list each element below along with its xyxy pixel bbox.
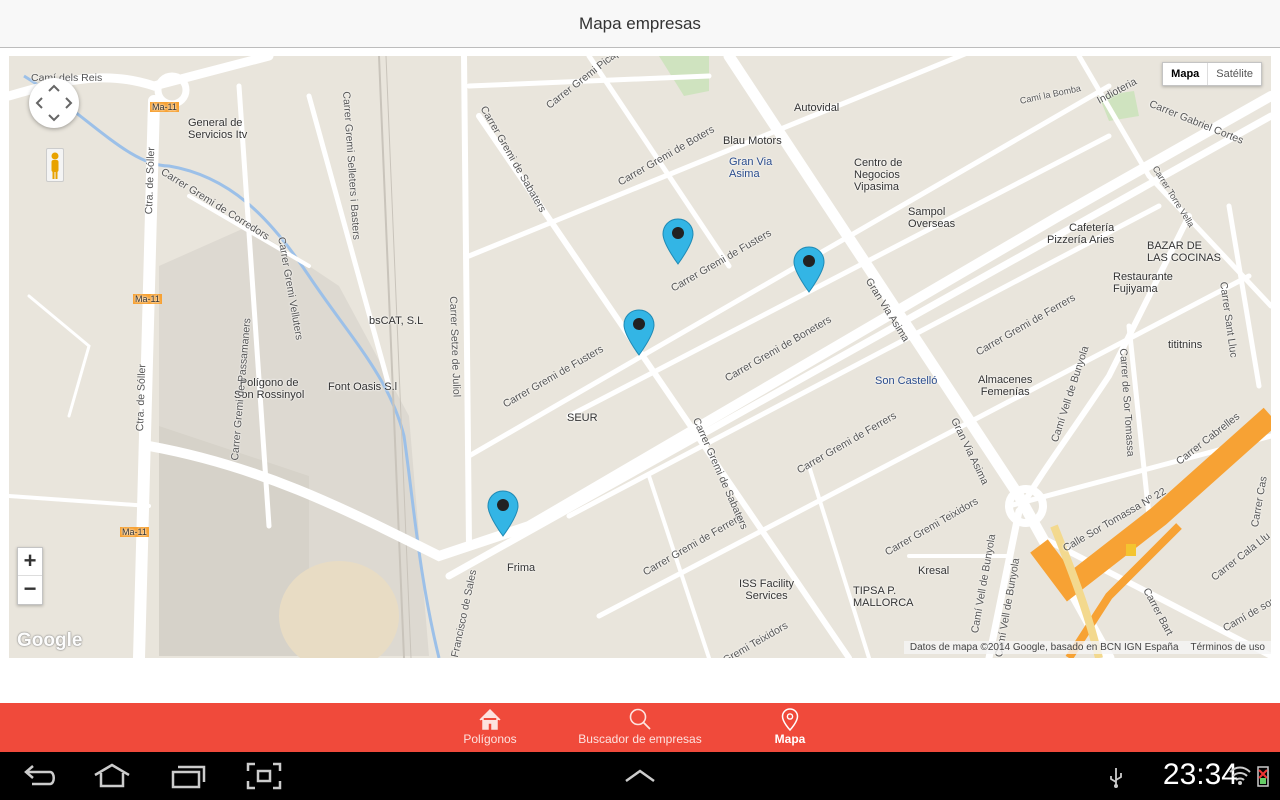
place-label[interactable]: Gran Via Asima bbox=[729, 156, 772, 180]
road-label: Ma-11 bbox=[120, 527, 149, 537]
tab-buscador[interactable]: Buscador de empresas bbox=[565, 703, 715, 752]
place-label[interactable]: BAZAR DE LAS COCINAS bbox=[1147, 240, 1221, 264]
tab-poligonos[interactable]: Polígonos bbox=[415, 703, 565, 752]
screenshot-icon[interactable] bbox=[246, 762, 282, 790]
zoom-in-button[interactable]: + bbox=[18, 548, 42, 576]
place-label[interactable]: SEUR bbox=[567, 412, 598, 424]
place-label[interactable]: Autovidal bbox=[794, 102, 839, 114]
map-type-control: Mapa Satélite bbox=[1162, 62, 1262, 86]
company-marker-pin[interactable] bbox=[487, 490, 519, 538]
road-label: Ctra. de Sóller bbox=[143, 146, 158, 215]
attribution-text: Datos de mapa ©2014 Google, basado en BC… bbox=[909, 642, 1179, 653]
map-attribution: Datos de mapa ©2014 Google, basado en BC… bbox=[903, 641, 1271, 654]
place-label[interactable]: Restaurante Fujiyama bbox=[1113, 271, 1173, 295]
place-label[interactable]: TIPSA P. MALLORCA bbox=[853, 585, 914, 609]
place-label[interactable]: tititnins bbox=[1168, 339, 1202, 351]
android-system-bar: 23:34 bbox=[0, 752, 1280, 800]
company-marker-pin[interactable] bbox=[623, 309, 655, 357]
recent-apps-icon[interactable] bbox=[170, 762, 208, 790]
map-type-satellite-button[interactable]: Satélite bbox=[1208, 63, 1261, 85]
zoom-control: + − bbox=[17, 547, 43, 605]
place-label[interactable]: Frima bbox=[507, 562, 535, 574]
home-icon bbox=[479, 708, 501, 730]
place-label[interactable]: General de Servicios Itv bbox=[188, 117, 247, 141]
tab-label: Buscador de empresas bbox=[578, 732, 702, 746]
company-marker-pin[interactable] bbox=[793, 246, 825, 294]
terms-link[interactable]: Términos de uso bbox=[1191, 642, 1265, 653]
place-label[interactable]: Kresal bbox=[918, 565, 949, 577]
place-label[interactable]: ISS Facility Services bbox=[739, 578, 794, 602]
place-label[interactable]: Font Oasis S.l bbox=[328, 381, 397, 393]
place-label[interactable]: Cafetería Pizzería Aries bbox=[1047, 222, 1114, 246]
chevron-up-icon[interactable] bbox=[624, 768, 656, 784]
place-label[interactable]: Sampol Overseas bbox=[908, 206, 955, 230]
system-clock: 23:34 bbox=[1162, 758, 1238, 791]
place-label[interactable]: Almacenes Femenías bbox=[978, 374, 1032, 398]
place-label[interactable]: Son Castelló bbox=[875, 375, 937, 387]
wifi-icon bbox=[1229, 766, 1251, 785]
road-label: Ctra. de Sóller bbox=[134, 363, 149, 432]
road-label: Ma-11 bbox=[133, 294, 162, 304]
place-label[interactable]: bsCAT, S.L bbox=[369, 315, 423, 327]
tab-mapa[interactable]: Mapa bbox=[715, 703, 865, 752]
tab-label: Mapa bbox=[774, 732, 806, 746]
zoom-out-button[interactable]: − bbox=[18, 576, 42, 604]
place-label[interactable]: Blau Motors bbox=[723, 135, 782, 147]
map-view[interactable]: Autovidal Blau Motors Gran Via Asima Cen… bbox=[9, 56, 1271, 658]
back-icon[interactable] bbox=[20, 762, 58, 790]
pan-arrows-icon bbox=[35, 84, 73, 122]
usb-icon bbox=[1110, 768, 1122, 788]
map-pin-icon bbox=[781, 708, 799, 731]
pan-control[interactable] bbox=[29, 78, 79, 128]
battery-icon bbox=[1257, 766, 1269, 787]
search-icon bbox=[629, 708, 651, 730]
page-title: Mapa empresas bbox=[0, 0, 1280, 48]
tab-label: Polígonos bbox=[463, 732, 517, 746]
bottom-tab-bar: Polígonos Buscador de empresas Mapa bbox=[0, 703, 1280, 752]
street-view-pegman-icon[interactable] bbox=[46, 148, 64, 182]
google-logo: Google bbox=[17, 630, 83, 651]
map-type-map-button[interactable]: Mapa bbox=[1163, 63, 1209, 85]
company-marker-pin[interactable] bbox=[662, 218, 694, 266]
place-label[interactable]: Centro de Negocios Vipasima bbox=[854, 157, 902, 193]
home-button-icon[interactable] bbox=[92, 762, 132, 790]
road-label: Ma-11 bbox=[150, 102, 179, 112]
